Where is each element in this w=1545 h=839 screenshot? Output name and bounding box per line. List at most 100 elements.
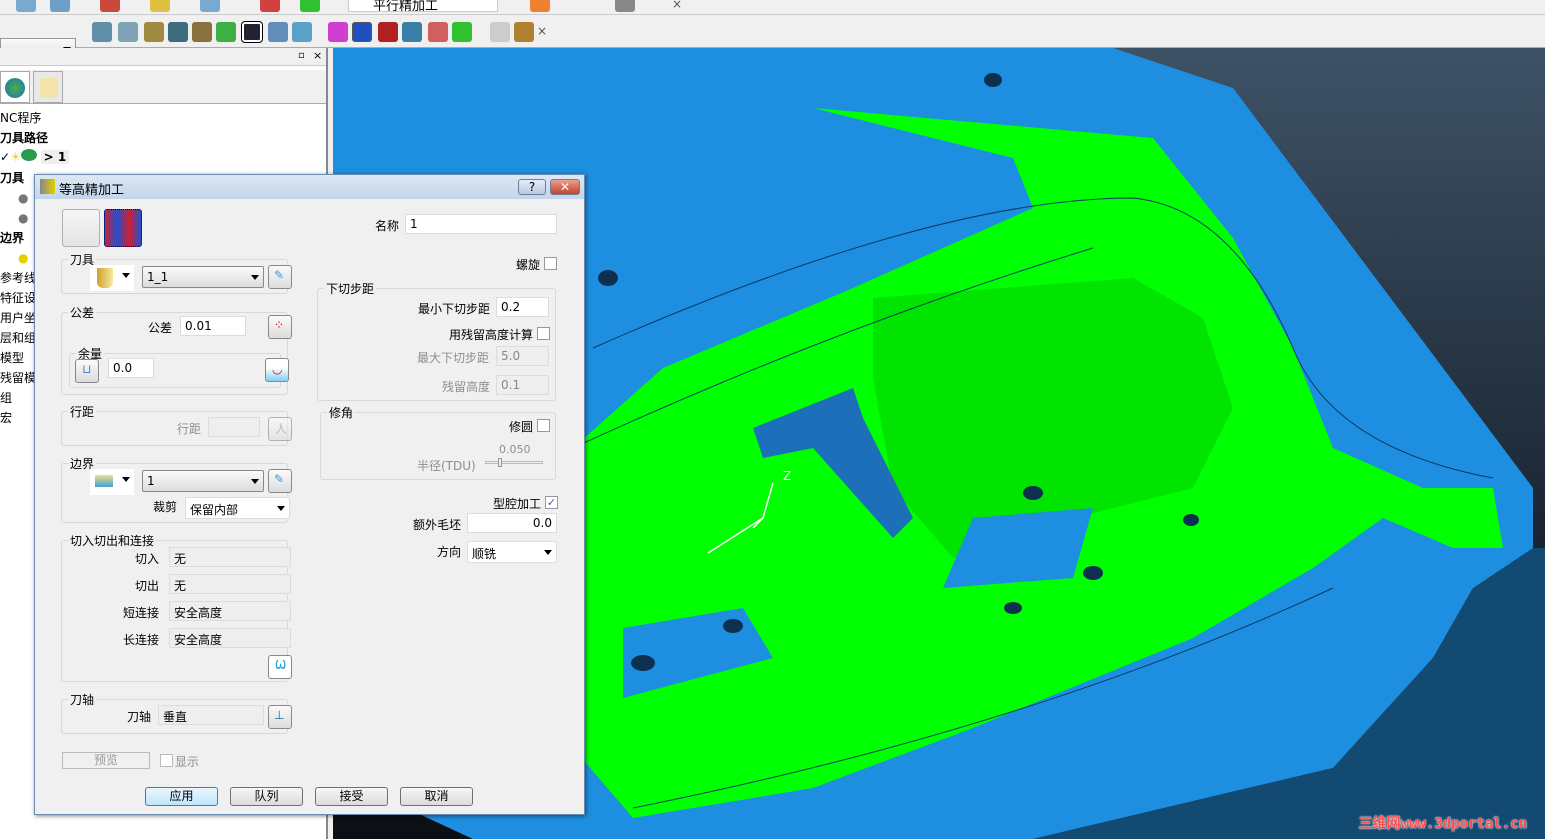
edit-tool-axis-button[interactable]: ⊥	[268, 705, 292, 729]
toolbar-icon[interactable]	[241, 21, 263, 43]
close-toolbar-icon[interactable]: ×	[537, 24, 547, 38]
show-checkbox[interactable]	[160, 754, 173, 767]
toolbar-icon[interactable]	[514, 22, 534, 42]
toolbar-icon[interactable]	[378, 22, 398, 42]
cancel-button[interactable]: 取消	[400, 787, 473, 806]
toolbar-icon[interactable]	[268, 22, 288, 42]
thickness-field[interactable]: 0.0	[108, 358, 154, 378]
toolbar-icon[interactable]	[192, 22, 212, 42]
pencil-icon: ✎	[274, 268, 285, 282]
toolbar-icon[interactable]	[300, 0, 320, 12]
tree-item-user-workplanes[interactable]: 用户坐	[0, 309, 36, 326]
radius-slider[interactable]	[485, 458, 543, 467]
queue-button[interactable]: 队列	[230, 787, 303, 806]
tree-item-groups[interactable]: 组	[0, 389, 12, 406]
spiral-checkbox[interactable]	[544, 257, 557, 270]
preview-button[interactable]: 预览	[62, 752, 150, 769]
cusp-field[interactable]: 0.1	[496, 375, 549, 395]
tab-recycle-bin[interactable]	[33, 71, 63, 103]
stepover-group-label: 行距	[68, 403, 97, 420]
toolbar-icon[interactable]	[402, 22, 422, 42]
tool-type-selector[interactable]	[90, 265, 134, 291]
toolbar-icon[interactable]	[260, 0, 280, 12]
tree-item-patterns[interactable]: 参考线	[0, 269, 36, 286]
slider-thumb[interactable]	[498, 458, 502, 467]
tolerance-settings-button[interactable]: ⁘	[268, 315, 292, 339]
toolbar-icon[interactable]	[100, 0, 120, 12]
toolbar-icon[interactable]	[615, 0, 635, 12]
short-link-field[interactable]: 安全高度	[169, 601, 291, 621]
edit-tool-button[interactable]: ✎	[268, 265, 292, 289]
toolbar-icon[interactable]	[118, 22, 138, 42]
lead-out-field[interactable]: 无	[169, 574, 291, 594]
toolbar-icon[interactable]	[16, 0, 36, 12]
accept-button[interactable]: 接受	[315, 787, 388, 806]
lead-in-field[interactable]: 无	[169, 547, 291, 567]
tool-select[interactable]: 1_1	[142, 266, 264, 288]
toolbar-icon[interactable]	[452, 22, 472, 42]
tree-item-macros[interactable]: 宏	[0, 409, 12, 426]
stepover-icon: 人	[275, 422, 288, 436]
boundary-type-selector[interactable]	[90, 469, 134, 495]
toolbar-icon[interactable]	[150, 0, 170, 12]
toolbar-icon[interactable]	[328, 22, 348, 42]
close-toolbar-icon[interactable]: ×	[672, 0, 682, 11]
check-icon: ✓	[0, 150, 11, 164]
close-icon[interactable]: ×	[313, 49, 322, 62]
toolbar-icon[interactable]	[92, 22, 112, 42]
boundary-select[interactable]: 1	[142, 470, 264, 492]
close-button[interactable]: ✕	[550, 179, 580, 195]
thickness-button[interactable]: ⊔	[75, 359, 99, 383]
tolerance-field[interactable]: 0.01	[180, 316, 246, 336]
tree-item-toolpaths[interactable]: 刀具路径	[0, 129, 48, 146]
round-checkbox[interactable]	[537, 419, 550, 432]
lead-in-label: 切入	[135, 552, 160, 566]
toolbar-icon[interactable]	[50, 0, 70, 12]
toolbar-icon[interactable]	[168, 22, 188, 42]
restore-icon[interactable]: ▫	[298, 50, 305, 61]
apply-button[interactable]: 应用	[145, 787, 218, 806]
tree-item-models[interactable]: 模型	[0, 349, 24, 366]
toolbar-icon[interactable]	[530, 0, 550, 12]
tree-item-boundaries[interactable]: 边界	[0, 229, 24, 246]
thickness-icon: ◡	[272, 362, 283, 376]
tree-item-toolpath-1[interactable]: ✓☀ > 1	[0, 149, 70, 164]
tool-strategy-icon[interactable]	[104, 209, 142, 247]
tree-item-tools[interactable]: 刀具	[0, 169, 24, 186]
tree-item-nc-programs[interactable]: NC程序	[0, 109, 41, 126]
toolbar-icon[interactable]	[352, 22, 372, 42]
stepdown-group-label: 下切步距	[324, 280, 377, 297]
toolbar-icon[interactable]	[216, 22, 236, 42]
extra-stock-field[interactable]: 0.0	[467, 513, 557, 533]
toolbar-icon[interactable]	[490, 22, 510, 42]
panel-header: ▫ ×	[0, 48, 326, 66]
pocket-machining-checkbox[interactable]: ✓	[545, 496, 558, 509]
component-thickness-button[interactable]: ◡	[265, 358, 289, 382]
tab-explorer[interactable]	[0, 71, 30, 103]
leads-links-button[interactable]: Ѡ	[268, 655, 292, 679]
stepover-button[interactable]: 人	[268, 417, 292, 441]
toolbar-icon[interactable]	[200, 0, 220, 12]
stepover-field[interactable]	[208, 417, 260, 437]
help-button[interactable]: ?	[518, 179, 546, 195]
tolerance-group-label: 公差	[68, 304, 97, 321]
min-stepdown-field[interactable]: 0.2	[496, 297, 549, 317]
toolbar-icon[interactable]	[428, 22, 448, 42]
tree-item-feature-sets[interactable]: 特征设	[0, 289, 36, 306]
recycle-icon[interactable]	[62, 209, 100, 247]
use-cusp-checkbox[interactable]	[537, 327, 550, 340]
strategy-combo[interactable]: 平行精加工	[348, 0, 498, 12]
name-field[interactable]: 1	[405, 214, 557, 234]
toolbar-icon[interactable]	[144, 22, 164, 42]
dialog-titlebar[interactable]: 等高精加工 ? ✕	[35, 175, 584, 199]
edit-boundary-button[interactable]: ✎	[268, 469, 292, 493]
max-stepdown-field[interactable]: 5.0	[496, 346, 549, 366]
long-link-field[interactable]: 安全高度	[169, 628, 291, 648]
tool-axis-field[interactable]: 垂直	[158, 705, 264, 725]
toolbar-icon[interactable]	[292, 22, 312, 42]
extra-stock-label: 额外毛坯	[413, 518, 462, 532]
trim-select[interactable]: 保留内部	[185, 497, 290, 519]
tree-item-stock-models[interactable]: 残留模	[0, 369, 36, 386]
tree-item-levels[interactable]: 层和组	[0, 329, 36, 346]
direction-select[interactable]: 顺铣	[467, 541, 557, 563]
